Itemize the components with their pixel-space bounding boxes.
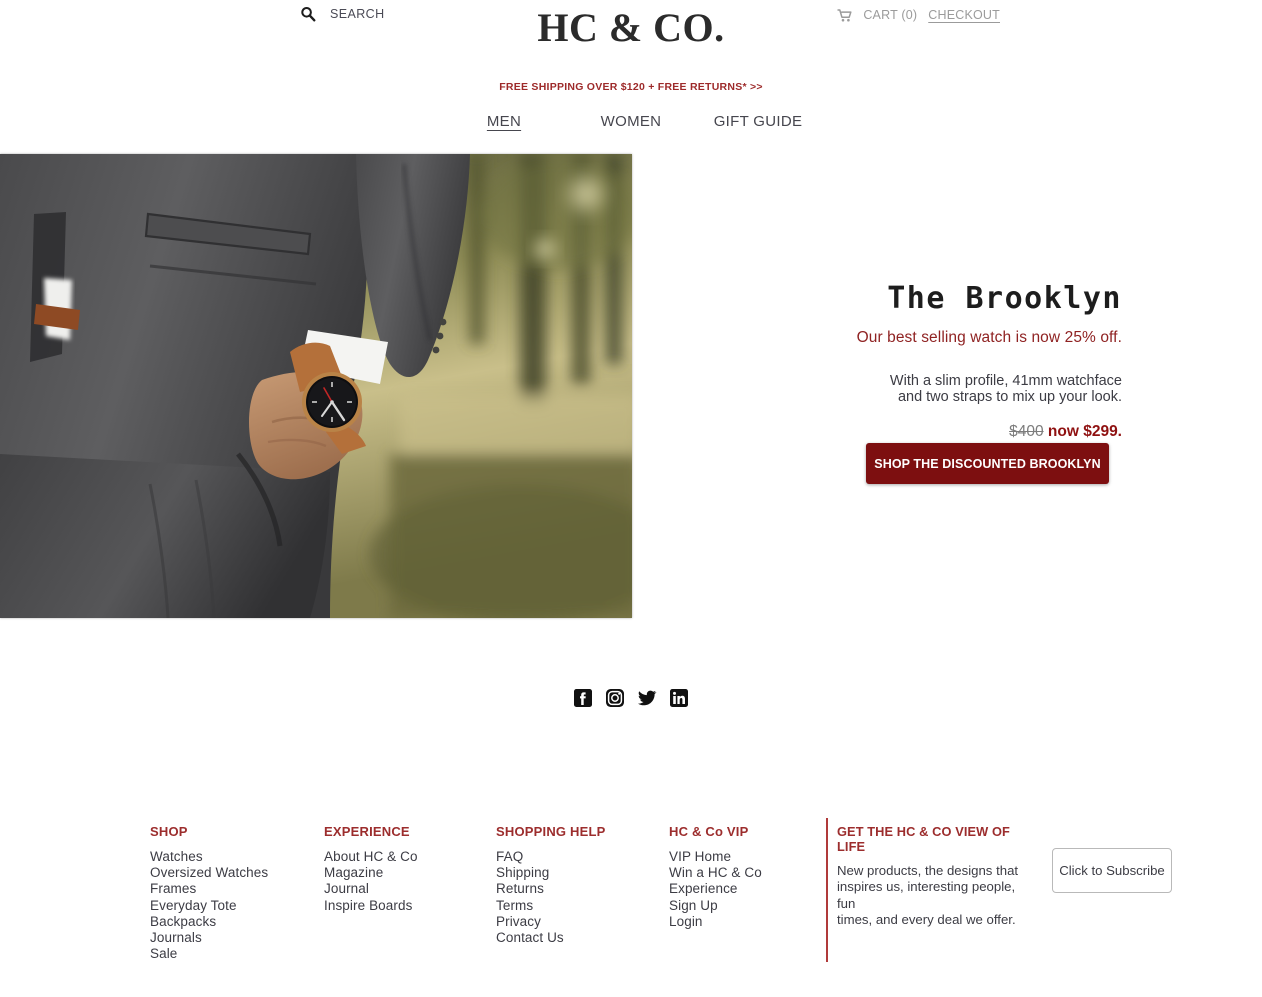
subscribe-body-line1: New products, the designs that (837, 863, 1019, 878)
footer-link[interactable]: Everyday Tote (150, 898, 324, 914)
nav-item-women[interactable]: WOMEN (568, 113, 695, 130)
footer-heading: SHOPPING HELP (496, 824, 606, 839)
instagram-icon[interactable] (605, 688, 625, 708)
hero-description-line2: and two straps to mix up your look. (897, 389, 1122, 406)
footer-link[interactable]: Login (669, 914, 826, 930)
footer-heading: SHOP (150, 824, 188, 839)
subscribe-body-line3: times, and every deal we offer. (837, 911, 1016, 927)
price-original: $400 (1009, 423, 1044, 441)
footer-link[interactable]: Backpacks (150, 914, 324, 930)
page-root: SEARCH HC & CO. CART (0) CHECKOUT FREE S… (0, 0, 1262, 997)
footer-column-shop: SHOP Watches Oversized Watches Frames Ev… (150, 818, 324, 962)
social-links (0, 688, 1262, 708)
footer-link[interactable]: Sign Up (669, 898, 826, 914)
hero-tagline: Our best selling watch is now 25% off. (856, 329, 1122, 346)
nav-item-men[interactable]: MEN (441, 113, 568, 130)
footer-link[interactable]: VIP Home (669, 849, 826, 865)
footer-heading: HC & Co VIP (669, 824, 749, 839)
promo-banner[interactable]: FREE SHIPPING OVER $120 + FREE RETURNS* … (0, 81, 1262, 93)
footer-link[interactable]: Oversized Watches (150, 865, 324, 881)
footer-heading: EXPERIENCE (324, 824, 410, 839)
footer-link[interactable]: Journals (150, 930, 324, 946)
main-nav: MEN WOMEN GIFT GUIDE (0, 113, 1262, 130)
footer-link[interactable]: FAQ (496, 849, 669, 865)
footer-link[interactable]: Journal (324, 881, 496, 897)
site-footer: SHOP Watches Oversized Watches Frames Ev… (0, 818, 1262, 963)
subscribe-text: GET THE HC & CO VIEW OF LIFE New product… (837, 824, 1034, 928)
footer-link[interactable]: Terms (496, 898, 669, 914)
footer-link[interactable]: Magazine (324, 865, 496, 881)
footer-column-shopping-help: SHOPPING HELP FAQ Shipping Returns Terms… (496, 818, 669, 962)
subscribe-block: GET THE HC & CO VIEW OF LIFE New product… (826, 818, 1172, 963)
footer-link[interactable]: Returns (496, 881, 669, 897)
subscribe-heading: GET THE HC & CO VIEW OF LIFE (837, 824, 1010, 854)
linkedin-icon[interactable] (669, 688, 689, 708)
hero-description-line1: With a slim profile, 41mm watchface (889, 373, 1122, 389)
price-discounted: now $299. (1047, 423, 1122, 441)
footer-link[interactable]: About HC & Co (324, 849, 496, 865)
hero-copy: The Brooklyn Our best selling watch is n… (790, 282, 1122, 441)
footer-link[interactable]: Shipping (496, 865, 669, 881)
footer-column-vip: HC & Co VIP VIP Home Win a HC & Co Exper… (669, 818, 826, 962)
footer-link[interactable]: Contact Us (496, 930, 669, 946)
subscribe-body-line2: inspires us, interesting people, fun (837, 879, 1016, 911)
footer-link[interactable]: Privacy (496, 914, 669, 930)
twitter-icon[interactable] (637, 688, 657, 708)
hero-price: $400 now $299. (790, 423, 1122, 441)
footer-link[interactable]: Experience (669, 881, 826, 897)
click-to-subscribe-button[interactable]: Click to Subscribe (1052, 848, 1172, 893)
footer-link[interactable]: Watches (150, 849, 324, 865)
shop-discounted-brooklyn-button[interactable]: SHOP THE DISCOUNTED BROOKLYN (866, 443, 1109, 484)
footer-link[interactable]: Win a HC & Co (669, 865, 826, 881)
checkout-link[interactable]: CHECKOUT (928, 8, 1000, 22)
hero-product-image[interactable] (0, 154, 632, 618)
hero-title: The Brooklyn (887, 281, 1122, 316)
site-header: SEARCH HC & CO. CART (0) CHECKOUT (0, 0, 1262, 62)
hero-description: With a slim profile, 41mm watchface and … (790, 373, 1122, 405)
site-logo[interactable]: HC & CO. (0, 4, 1262, 51)
nav-item-gift-guide[interactable]: GIFT GUIDE (695, 113, 822, 130)
hero-section: The Brooklyn Our best selling watch is n… (0, 154, 1262, 626)
cart-label[interactable]: CART (0) (863, 8, 917, 22)
cart-checkout-group: CART (0) CHECKOUT (837, 8, 1000, 22)
footer-link[interactable]: Inspire Boards (324, 898, 496, 914)
shopping-cart-icon[interactable] (837, 8, 852, 22)
facebook-icon[interactable] (573, 688, 593, 708)
subscribe-body: New products, the designs that inspires … (837, 863, 1034, 928)
footer-link[interactable]: Frames (150, 881, 324, 897)
footer-column-experience: EXPERIENCE About HC & Co Magazine Journa… (324, 818, 496, 962)
footer-link[interactable]: Sale (150, 946, 324, 962)
